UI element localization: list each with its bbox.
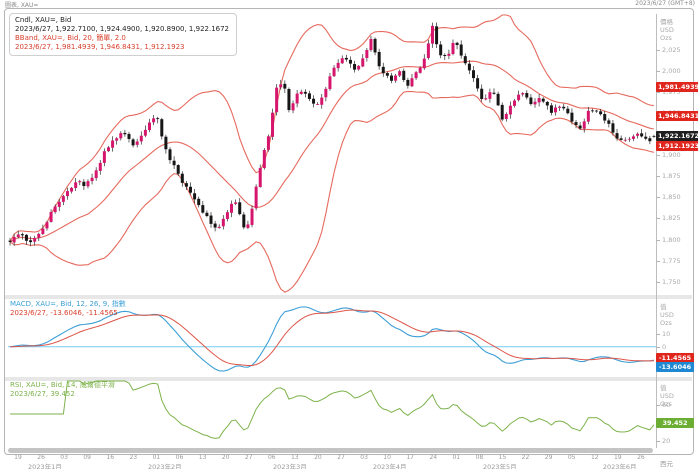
legend-line: 2023/6/27, 1,922.7100, 1,924.4900, 1,920… — [15, 25, 230, 33]
axis-tick-label: 60 — [662, 401, 671, 410]
axis-title-line: 值 — [660, 384, 667, 392]
axis-tick-mark — [656, 92, 660, 94]
time-month-label: 2023年3月 — [273, 463, 307, 469]
axis-title-line: 值 — [660, 303, 667, 311]
time-day-label: 06 — [267, 454, 276, 461]
time-day-label: 12 — [590, 454, 599, 461]
time-day-label: 27 — [244, 454, 253, 461]
legend-line: Cndl, XAU=, Bid — [15, 16, 72, 24]
axis-tick-label: 1,850 — [662, 193, 681, 202]
legend-line: RSI, XAU=, Bid, 14, 威爾德平滑 — [10, 381, 115, 389]
price-badge: -13.6046 — [656, 362, 694, 373]
axis-tick-mark — [656, 260, 660, 262]
axis-tick-label: 0 — [662, 342, 667, 351]
time-day-label: 01 — [152, 454, 161, 461]
time-day-label: 26 — [637, 454, 645, 461]
time-day-label: 26 — [37, 454, 45, 461]
axis-tick-mark — [656, 50, 660, 52]
time-day-label: 06 — [175, 454, 184, 461]
axis-title-line: USD — [660, 311, 674, 319]
time-month-label: 2023年6月 — [602, 463, 637, 469]
legend-line: BBand, XAU=, Bid, 20, 簡單, 2.0 — [15, 34, 126, 42]
time-scrollbar[interactable] — [8, 448, 653, 453]
time-day-label: 03 — [360, 454, 368, 461]
axis-tick-mark — [656, 176, 660, 178]
time-day-label: 29 — [544, 454, 553, 461]
time-month-label: 2023年1月 — [28, 463, 62, 469]
axis-tick-mark — [656, 71, 660, 73]
axis-tick-mark — [656, 218, 660, 220]
time-day-label: 13 — [290, 454, 299, 461]
time-day-label: 15 — [498, 454, 507, 461]
time-day-label: 24 — [429, 454, 438, 461]
axis-tick-label: 2,000 — [662, 67, 681, 76]
legend-line: 2023/6/27, -13.6046, -11.4565 — [10, 309, 118, 317]
time-day-label: 23 — [129, 454, 138, 461]
time-day-label: 09 — [83, 454, 92, 461]
time-day-label: 19 — [14, 454, 22, 461]
time-day-label: 13 — [198, 454, 207, 461]
calendar-era-label: 西元 — [660, 460, 673, 468]
axis-tick-mark — [656, 281, 660, 283]
axis-tick-mark — [656, 346, 660, 348]
legend-line: 2023/6/27, 39.452 — [10, 390, 75, 398]
axis-tick-label: 1,775 — [662, 256, 681, 265]
axis-tick-mark — [656, 334, 660, 336]
price-badge: 1,912.1923 — [656, 140, 698, 151]
axis-tick-label: 10 — [662, 330, 671, 339]
time-month-label: 2023年2月 — [147, 463, 182, 469]
axis-title-line: Ozs — [660, 319, 672, 327]
price-badge: 1,946.8431 — [656, 110, 698, 121]
axis-tick-label: 1,900 — [662, 151, 681, 160]
legend-line: 2023/6/27, 1,981.4939, 1,946.8431, 1,912… — [15, 43, 185, 51]
legend-line: MACD, XAU=, Bid, 12, 26, 9, 指數 — [10, 300, 126, 308]
axis-tick-label: 1,750 — [662, 277, 681, 286]
axis-title-line: Ozs — [660, 34, 672, 42]
time-day-label: 20 — [314, 454, 322, 461]
axis-tick-mark — [656, 239, 660, 241]
price-axis-line — [656, 14, 657, 448]
axis-title-line: USD — [660, 26, 674, 34]
price-badge: 1,981.4939 — [656, 81, 698, 92]
time-day-label: 27 — [337, 454, 345, 461]
window-timestamp: 2023/6/27 (GMT+8) — [635, 0, 695, 7]
time-day-label: 16 — [106, 454, 115, 461]
time-day-label: 22 — [521, 454, 530, 461]
rsi-legend[interactable]: RSI, XAU=, Bid, 14, 威爾德平滑 2023/6/27, 39.4… — [10, 381, 115, 399]
chart-application: 圖表, XAU= 2023/6/27 (GMT+8) Cndl, XAU=, B… — [0, 0, 698, 469]
axis-tick-mark — [656, 155, 660, 157]
price-legend[interactable]: Cndl, XAU=, Bid 2023/6/27, 1,922.7100, 1,… — [9, 13, 238, 56]
axis-tick-mark — [656, 197, 660, 199]
axis-tick-label: 2,025 — [662, 46, 681, 55]
axis-tick-label: 1,825 — [662, 214, 681, 223]
axis-tick-label: 1,800 — [662, 235, 681, 244]
axis-tick-label: 1,875 — [662, 172, 681, 181]
time-month-label: 2023年5月 — [482, 463, 517, 469]
price-pane[interactable] — [8, 14, 656, 295]
macd-legend[interactable]: MACD, XAU=, Bid, 12, 26, 9, 指數 2023/6/27,… — [10, 300, 126, 318]
time-day-label: 08 — [475, 454, 484, 461]
axis-title-line: 價格 — [660, 18, 673, 26]
time-day-label: 17 — [406, 454, 415, 461]
price-badge: 39.452 — [656, 418, 694, 429]
axis-tick-label: 20 — [662, 436, 671, 445]
time-month-label: 2023年4月 — [372, 463, 407, 469]
axis-tick-mark — [656, 440, 660, 442]
time-day-label: 20 — [221, 454, 230, 461]
time-day-label: 05 — [567, 454, 576, 461]
time-day-label: 03 — [60, 454, 68, 461]
axis-tick-mark — [656, 405, 660, 407]
time-day-label: 19 — [613, 454, 622, 461]
axis-title-line: USD — [660, 392, 674, 400]
time-day-label: 01 — [452, 454, 461, 461]
time-day-label: 10 — [383, 454, 391, 461]
